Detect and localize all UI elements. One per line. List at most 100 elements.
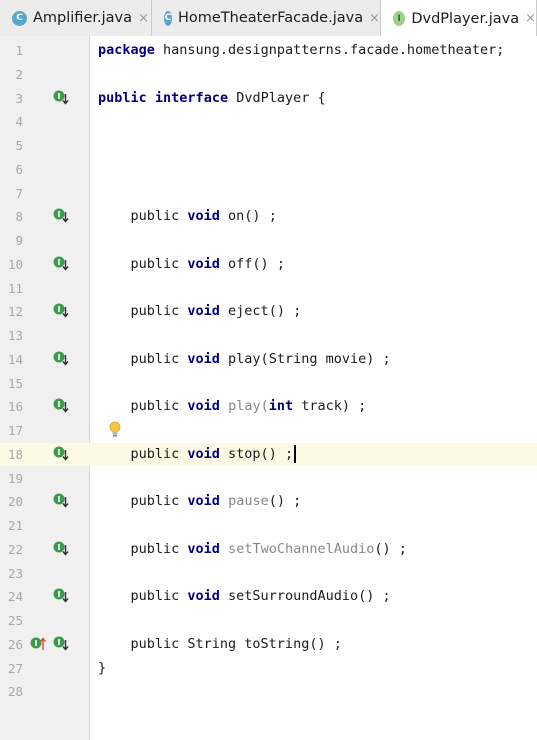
line-number: 6: [15, 161, 23, 177]
text-caret: [294, 444, 297, 463]
svg-text:I: I: [58, 210, 61, 219]
keyword-token: public: [98, 89, 147, 106]
implemented-gutter-icon[interactable]: I: [53, 636, 69, 652]
code-token: on() ;: [219, 208, 277, 225]
code-line[interactable]: public interface DvdPlayer {: [98, 87, 326, 110]
overrides-gutter-icon[interactable]: I: [30, 636, 47, 652]
svg-text:I: I: [58, 495, 61, 504]
code-line[interactable]: public void setTwoChannelAudio() ;: [98, 538, 407, 561]
class-icon: C: [164, 10, 172, 26]
implemented-gutter-icon[interactable]: I: [53, 493, 69, 509]
code-token: public: [98, 350, 188, 367]
keyword-token: void: [187, 255, 220, 272]
keyword-token: package: [98, 42, 155, 58]
line-number: 21: [7, 518, 23, 533]
code-token: hansung.designpatterns.facade.hometheate…: [154, 42, 505, 58]
code-line[interactable]: package hansung.designpatterns.facade.ho…: [98, 39, 504, 62]
interface-icon: I: [393, 11, 406, 26]
code-line[interactable]: public void play(String movie) ;: [98, 348, 391, 371]
line-number: 11: [7, 280, 23, 296]
code-line[interactable]: public void stop() ;: [98, 443, 297, 466]
keyword-token: int: [268, 398, 294, 415]
implemented-gutter-icon[interactable]: I: [53, 90, 69, 106]
svg-text:I: I: [58, 353, 61, 362]
svg-text:I: I: [58, 638, 61, 647]
lightbulb-icon[interactable]: [108, 421, 122, 439]
code-line[interactable]: }: [98, 657, 106, 680]
code-line[interactable]: public void play(int track) ;: [98, 395, 367, 418]
tab-dvdplayer[interactable]: I DvdPlayer.java ×: [381, 0, 537, 37]
keyword-token: void: [187, 350, 220, 367]
close-icon[interactable]: ×: [369, 11, 380, 26]
code-line[interactable]: public void pause() ;: [98, 490, 302, 513]
class-icon: C: [12, 10, 27, 26]
close-icon[interactable]: ×: [525, 11, 536, 26]
svg-text:I: I: [58, 543, 61, 552]
line-number: 24: [7, 589, 23, 605]
tab-amplifier[interactable]: C Amplifier.java ×: [0, 0, 152, 36]
code-token: () ;: [268, 493, 302, 510]
tab-hometheaterfacade[interactable]: C HomeTheaterFacade.java ×: [152, 0, 381, 36]
code-line[interactable]: public void off() ;: [98, 253, 285, 276]
line-number: 15: [7, 375, 23, 391]
svg-text:I: I: [58, 590, 61, 599]
tab-label: HomeTheaterFacade.java: [177, 10, 364, 26]
implemented-gutter-icon[interactable]: I: [53, 303, 69, 319]
implemented-gutter-icon[interactable]: I: [53, 256, 69, 272]
implemented-gutter-icon[interactable]: I: [53, 208, 69, 224]
keyword-token: void: [187, 445, 220, 462]
svg-text:I: I: [58, 448, 61, 457]
line-number: 25: [7, 613, 23, 628]
implemented-gutter-icon[interactable]: I: [53, 588, 69, 604]
code-token: public: [98, 208, 188, 225]
svg-text:I: I: [58, 258, 61, 267]
code-token: play(: [228, 398, 269, 415]
line-number: 14: [7, 351, 23, 367]
close-icon[interactable]: ×: [138, 11, 149, 26]
code-token: track) ;: [293, 398, 367, 415]
line-number: 12: [7, 304, 23, 320]
code-line[interactable]: public void setSurroundAudio() ;: [98, 585, 391, 608]
line-number: 2: [15, 66, 23, 82]
code-token: public: [98, 303, 188, 320]
code-line[interactable]: public void on() ;: [98, 205, 277, 228]
implemented-gutter-icon[interactable]: I: [53, 398, 69, 414]
line-number: 17: [7, 423, 23, 438]
code-line[interactable]: public String toString() ;: [98, 633, 342, 656]
code-token: public: [98, 398, 188, 415]
line-number: 4: [15, 114, 23, 130]
code-token: eject() ;: [219, 303, 302, 320]
line-number: 16: [7, 399, 23, 415]
line-number: 7: [15, 185, 23, 201]
implemented-gutter-icon[interactable]: I: [53, 351, 69, 367]
line-number: 5: [15, 138, 23, 153]
code-token: public String toString() ;: [98, 635, 342, 652]
line-number: 18: [7, 446, 23, 462]
keyword-token: void: [187, 540, 220, 557]
implemented-gutter-icon[interactable]: I: [53, 446, 69, 462]
implemented-gutter-icon[interactable]: I: [53, 541, 69, 557]
line-number: 3: [15, 90, 23, 106]
code-token: public: [98, 588, 188, 605]
svg-text:I: I: [58, 92, 61, 101]
line-number: 10: [7, 256, 23, 272]
code-line[interactable]: public void eject() ;: [98, 300, 302, 323]
line-number: 28: [7, 684, 23, 700]
svg-text:I: I: [35, 639, 38, 648]
code-token: public: [98, 445, 188, 462]
code-token: () ;: [374, 540, 407, 557]
line-number: 26: [7, 636, 23, 652]
code-token: setTwoChannelAudio: [228, 540, 375, 557]
keyword-token: void: [187, 208, 220, 225]
code-token: stop() ;: [219, 445, 294, 462]
tab-label: DvdPlayer.java: [411, 10, 520, 27]
line-number: 27: [7, 660, 23, 676]
line-number: 9: [15, 233, 23, 248]
tab-label: Amplifier.java: [33, 10, 132, 26]
keyword-token: void: [187, 588, 220, 605]
line-number: 20: [7, 494, 23, 510]
